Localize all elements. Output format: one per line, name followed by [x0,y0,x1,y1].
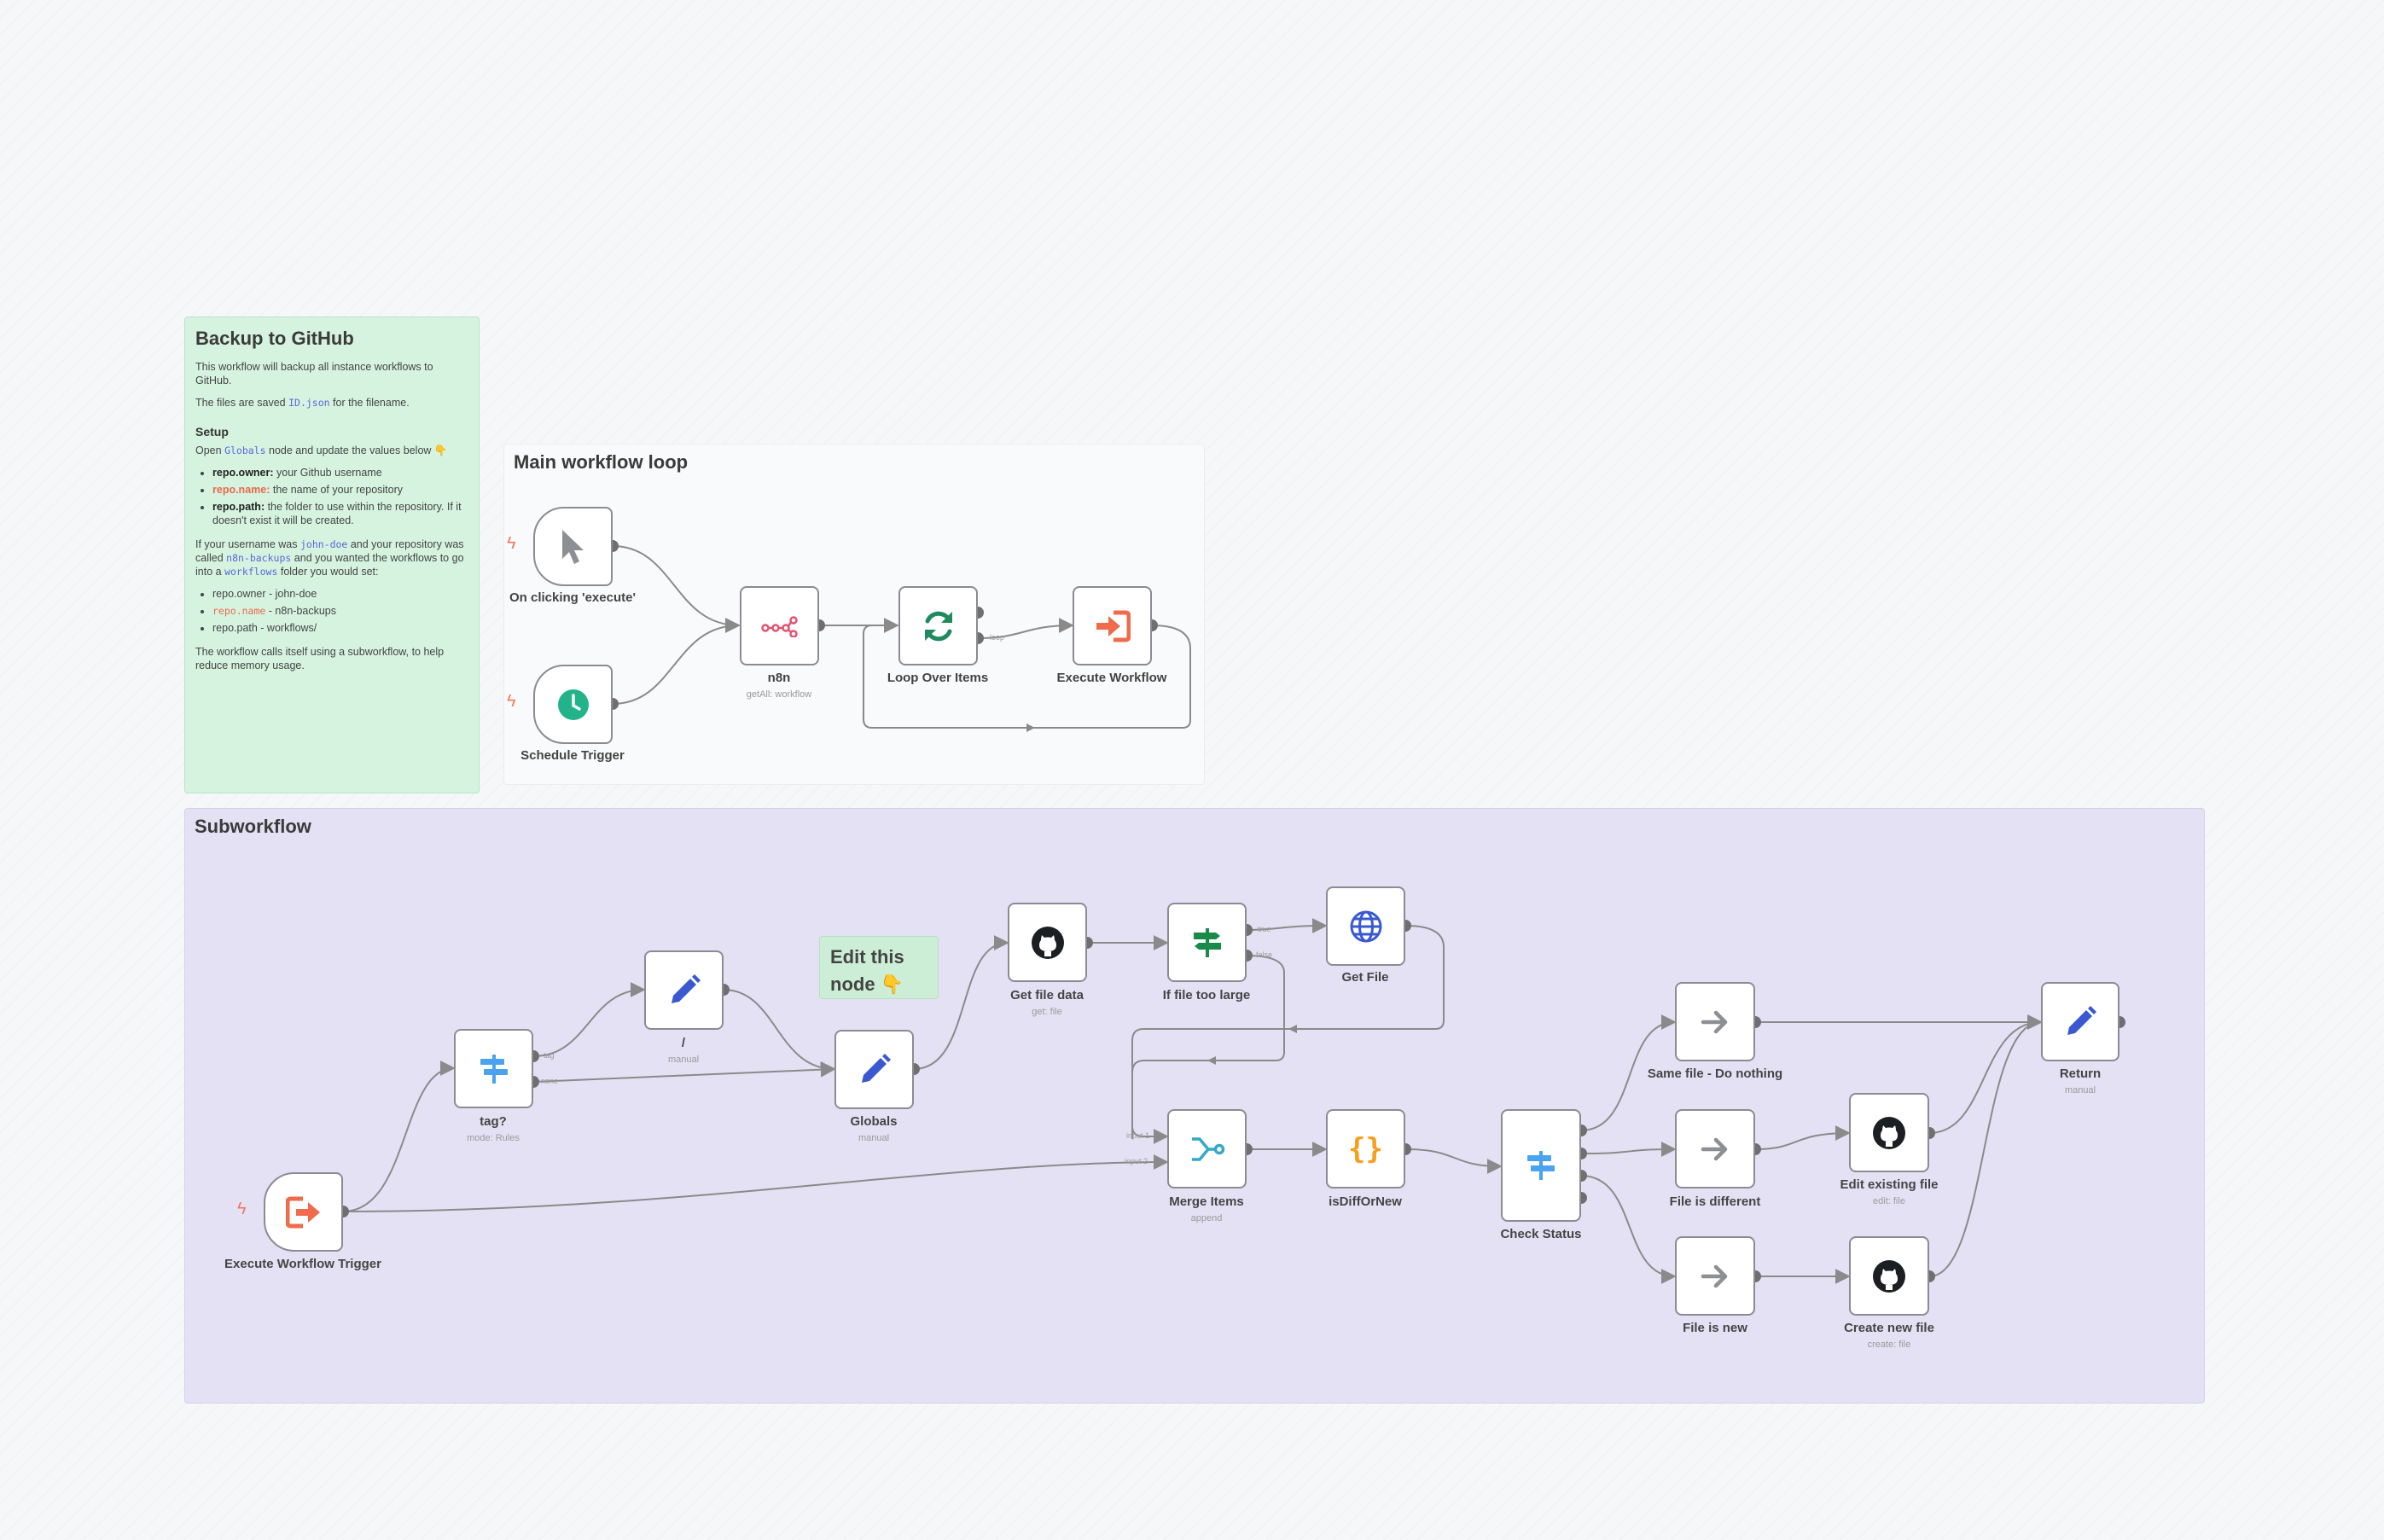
node-subtitle: manual [858,1133,890,1143]
connection [913,935,1009,1070]
if-icon [1193,927,1221,957]
port-label-none: none [541,1077,559,1085]
node-label: On clicking 'execute' [509,590,637,605]
node-execute-workflow[interactable] [1073,586,1152,665]
connection [1404,1148,1503,1174]
cursor-icon [561,529,584,564]
node-label: Globals [850,1114,898,1129]
node-if-file-too-large[interactable] [1167,903,1247,982]
pencil-icon [2067,1005,2096,1035]
node-slash-set[interactable] [644,950,724,1030]
loop-icon [924,611,952,641]
node-schedule-trigger[interactable] [533,665,613,744]
node-subtitle: edit: file [1873,1196,1905,1206]
node-file-is-new[interactable] [1675,1236,1755,1316]
connection-arrow [1026,724,1035,732]
github-icon [1873,1259,1905,1293]
node-get-file-data[interactable] [1008,903,1087,982]
node-subtitle: manual [2064,1085,2096,1095]
port-label-true: true [1258,925,1271,933]
node-subtitle: mode: Rules [467,1133,520,1143]
connection [612,545,741,633]
node-label: Get File [1341,970,1389,985]
node-label: Edit existing file [1840,1177,1939,1192]
arrow-right-icon [1701,1137,1728,1160]
trigger-bolt-icon: ϟ [507,692,516,711]
clock-icon [557,689,589,720]
node-subtitle: create: file [1867,1340,1911,1350]
globe-icon [1350,910,1381,942]
pencil-icon [671,973,701,1003]
node-label: Return [2059,1066,2102,1081]
github-icon [1031,926,1064,959]
connection [532,1061,836,1083]
trigger-bolt-icon: ϟ [507,534,516,553]
node-same-file-do-nothing[interactable] [1675,982,1755,1061]
trigger-bolt-icon: ϟ [237,1200,247,1218]
pencil-icon [861,1053,891,1083]
connection [1580,1142,1677,1158]
arrow-right-icon [1701,1264,1728,1287]
node-tag-switch[interactable] [454,1029,533,1108]
node-label: Execute Workflow [1056,671,1167,685]
node-label: tag? [480,1114,507,1129]
code-icon: {} [1348,1131,1383,1166]
node-file-is-different[interactable] [1675,1109,1755,1188]
node-label: If file too large [1162,988,1251,1002]
node-globals[interactable] [834,1030,914,1109]
node-execute-workflow-trigger[interactable] [264,1172,343,1252]
port-label-loop: loop [990,633,1005,642]
node-subtitle: get: file [1032,1007,1062,1017]
node-create-new-file[interactable] [1849,1236,1929,1316]
node-merge-items[interactable] [1167,1109,1247,1188]
port-label-false: false [1256,950,1273,959]
n8n-icon [760,615,798,637]
node-label: Check Status [1500,1227,1582,1241]
node-label: Execute Workflow Trigger [224,1257,381,1271]
github-icon [1873,1116,1905,1149]
node-edit-existing-file[interactable] [1849,1093,1929,1172]
node-subtitle: append [1190,1213,1223,1223]
node-loop-over-items[interactable] [898,586,978,665]
node-on-clicking-execute[interactable] [533,507,613,586]
connections-layer [337,540,2125,1284]
node-subtitle: getAll: workflow [746,689,812,700]
connection [1928,1014,2043,1277]
connection [1580,1175,1677,1284]
port-label-tag: tag [544,1051,555,1060]
node-get-file[interactable] [1326,886,1405,966]
connection-arrow [1288,1025,1297,1033]
node-return[interactable] [2041,982,2119,1061]
node-label: Same file - Do nothing [1647,1066,1783,1081]
node-label: isDiffOrNew [1329,1194,1402,1209]
merge-icon [1191,1136,1224,1161]
workflow-trigger-icon [285,1196,320,1228]
node-check-status[interactable] [1501,1109,1581,1222]
node-label: Create new file [1844,1321,1934,1335]
port-label-input-1: input 1 [1126,1131,1150,1140]
switch-icon [480,1054,508,1084]
node-label: Schedule Trigger [520,748,625,763]
arrow-right-icon [1701,1010,1728,1033]
node-isdifformew-code[interactable]: {} [1326,1109,1405,1188]
port-label-input-2: input 2 [1125,1157,1148,1165]
connection [1754,1125,1851,1150]
connection [342,1154,1169,1212]
node-subtitle: manual [667,1055,700,1065]
execute-workflow-icon [1096,610,1131,642]
node-label: / [681,1036,686,1050]
switch-icon [1527,1151,1555,1180]
connection-arrow [1207,1056,1216,1065]
node-n8n[interactable] [740,586,819,665]
